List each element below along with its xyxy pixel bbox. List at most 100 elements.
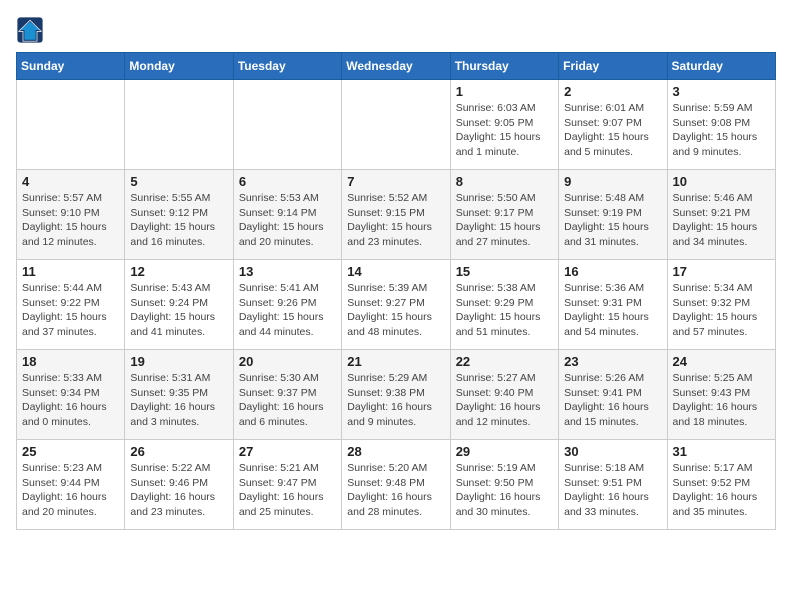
day-info: Sunrise: 5:43 AM Sunset: 9:24 PM Dayligh… xyxy=(130,281,227,340)
weekday-header-sunday: Sunday xyxy=(17,53,125,80)
calendar-cell: 23 Sunrise: 5:26 AM Sunset: 9:41 PM Dayli… xyxy=(559,350,667,440)
day-info: Sunrise: 5:59 AM Sunset: 9:08 PM Dayligh… xyxy=(673,101,770,160)
weekday-header-friday: Friday xyxy=(559,53,667,80)
calendar-cell: 13 Sunrise: 5:41 AM Sunset: 9:26 PM Dayli… xyxy=(233,260,341,350)
calendar-cell: 8Sunrise: 5:50 AM Sunset: 9:17 PM Daylig… xyxy=(450,170,558,260)
day-number: 31 xyxy=(673,444,770,459)
calendar-cell: 15Sunrise: 5:38 AM Sunset: 9:29 PM Dayli… xyxy=(450,260,558,350)
day-number: 7 xyxy=(347,174,444,189)
calendar-cell: 26Sunrise: 5:22 AM Sunset: 9:46 PM Dayli… xyxy=(125,440,233,530)
day-info: Sunrise: 5:41 AM Sunset: 9:26 PM Dayligh… xyxy=(239,281,336,340)
calendar-week-2: 4 Sunrise: 5:57 AM Sunset: 9:10 PM Daylig… xyxy=(17,170,776,260)
day-number: 27 xyxy=(239,444,336,459)
day-info: Sunrise: 5:30 AM Sunset: 9:37 PM Dayligh… xyxy=(239,371,336,430)
calendar-cell: 7 Sunrise: 5:52 AM Sunset: 9:15 PM Daylig… xyxy=(342,170,450,260)
weekday-row: SundayMondayTuesdayWednesdayThursdayFrid… xyxy=(17,53,776,80)
day-info: Sunrise: 5:46 AM Sunset: 9:21 PM Dayligh… xyxy=(673,191,770,250)
calendar-week-5: 25 Sunrise: 5:23 AM Sunset: 9:44 PM Dayli… xyxy=(17,440,776,530)
day-number: 5 xyxy=(130,174,227,189)
calendar-cell: 30 Sunrise: 5:18 AM Sunset: 9:51 PM Dayli… xyxy=(559,440,667,530)
day-number: 2 xyxy=(564,84,661,99)
calendar-cell: 4 Sunrise: 5:57 AM Sunset: 9:10 PM Daylig… xyxy=(17,170,125,260)
weekday-header-thursday: Thursday xyxy=(450,53,558,80)
calendar-cell: 27 Sunrise: 5:21 AM Sunset: 9:47 PM Dayli… xyxy=(233,440,341,530)
day-number: 4 xyxy=(22,174,119,189)
day-number: 25 xyxy=(22,444,119,459)
day-info: Sunrise: 5:53 AM Sunset: 9:14 PM Dayligh… xyxy=(239,191,336,250)
day-number: 11 xyxy=(22,264,119,279)
logo-icon xyxy=(16,16,44,44)
calendar-cell xyxy=(17,80,125,170)
day-number: 1 xyxy=(456,84,553,99)
day-info: Sunrise: 5:21 AM Sunset: 9:47 PM Dayligh… xyxy=(239,461,336,520)
calendar-cell: 17Sunrise: 5:34 AM Sunset: 9:32 PM Dayli… xyxy=(667,260,775,350)
calendar-cell: 31 Sunrise: 5:17 AM Sunset: 9:52 PM Dayli… xyxy=(667,440,775,530)
day-number: 30 xyxy=(564,444,661,459)
calendar-cell: 14Sunrise: 5:39 AM Sunset: 9:27 PM Dayli… xyxy=(342,260,450,350)
day-info: Sunrise: 6:01 AM Sunset: 9:07 PM Dayligh… xyxy=(564,101,661,160)
weekday-header-wednesday: Wednesday xyxy=(342,53,450,80)
day-number: 24 xyxy=(673,354,770,369)
day-number: 10 xyxy=(673,174,770,189)
day-info: Sunrise: 5:18 AM Sunset: 9:51 PM Dayligh… xyxy=(564,461,661,520)
calendar-cell: 11 Sunrise: 5:44 AM Sunset: 9:22 PM Dayli… xyxy=(17,260,125,350)
weekday-header-saturday: Saturday xyxy=(667,53,775,80)
day-info: Sunrise: 5:48 AM Sunset: 9:19 PM Dayligh… xyxy=(564,191,661,250)
day-info: Sunrise: 5:55 AM Sunset: 9:12 PM Dayligh… xyxy=(130,191,227,250)
day-info: Sunrise: 5:17 AM Sunset: 9:52 PM Dayligh… xyxy=(673,461,770,520)
day-info: Sunrise: 5:31 AM Sunset: 9:35 PM Dayligh… xyxy=(130,371,227,430)
calendar-cell: 3 Sunrise: 5:59 AM Sunset: 9:08 PM Daylig… xyxy=(667,80,775,170)
day-info: Sunrise: 5:20 AM Sunset: 9:48 PM Dayligh… xyxy=(347,461,444,520)
day-info: Sunrise: 5:22 AM Sunset: 9:46 PM Dayligh… xyxy=(130,461,227,520)
calendar-cell xyxy=(233,80,341,170)
calendar-cell: 21Sunrise: 5:29 AM Sunset: 9:38 PM Dayli… xyxy=(342,350,450,440)
day-info: Sunrise: 5:57 AM Sunset: 9:10 PM Dayligh… xyxy=(22,191,119,250)
day-info: Sunrise: 5:25 AM Sunset: 9:43 PM Dayligh… xyxy=(673,371,770,430)
day-info: Sunrise: 5:23 AM Sunset: 9:44 PM Dayligh… xyxy=(22,461,119,520)
day-number: 19 xyxy=(130,354,227,369)
calendar-cell: 25 Sunrise: 5:23 AM Sunset: 9:44 PM Dayli… xyxy=(17,440,125,530)
calendar-cell: 20 Sunrise: 5:30 AM Sunset: 9:37 PM Dayli… xyxy=(233,350,341,440)
day-number: 3 xyxy=(673,84,770,99)
calendar-cell: 16Sunrise: 5:36 AM Sunset: 9:31 PM Dayli… xyxy=(559,260,667,350)
day-number: 13 xyxy=(239,264,336,279)
calendar-cell: 5 Sunrise: 5:55 AM Sunset: 9:12 PM Daylig… xyxy=(125,170,233,260)
calendar-week-3: 11 Sunrise: 5:44 AM Sunset: 9:22 PM Dayli… xyxy=(17,260,776,350)
day-info: Sunrise: 5:27 AM Sunset: 9:40 PM Dayligh… xyxy=(456,371,553,430)
day-info: Sunrise: 5:39 AM Sunset: 9:27 PM Dayligh… xyxy=(347,281,444,340)
day-info: Sunrise: 5:34 AM Sunset: 9:32 PM Dayligh… xyxy=(673,281,770,340)
calendar-cell: 12 Sunrise: 5:43 AM Sunset: 9:24 PM Dayli… xyxy=(125,260,233,350)
day-info: Sunrise: 5:36 AM Sunset: 9:31 PM Dayligh… xyxy=(564,281,661,340)
calendar-week-4: 18 Sunrise: 5:33 AM Sunset: 9:34 PM Dayli… xyxy=(17,350,776,440)
calendar-week-1: 1 Sunrise: 6:03 AM Sunset: 9:05 PM Daylig… xyxy=(17,80,776,170)
page-header xyxy=(16,16,776,44)
day-number: 22 xyxy=(456,354,553,369)
day-info: Sunrise: 5:52 AM Sunset: 9:15 PM Dayligh… xyxy=(347,191,444,250)
day-info: Sunrise: 5:44 AM Sunset: 9:22 PM Dayligh… xyxy=(22,281,119,340)
calendar-cell: 28 Sunrise: 5:20 AM Sunset: 9:48 PM Dayli… xyxy=(342,440,450,530)
calendar-body: 1 Sunrise: 6:03 AM Sunset: 9:05 PM Daylig… xyxy=(17,80,776,530)
calendar-cell xyxy=(125,80,233,170)
day-number: 18 xyxy=(22,354,119,369)
day-info: Sunrise: 5:33 AM Sunset: 9:34 PM Dayligh… xyxy=(22,371,119,430)
calendar-cell: 22 Sunrise: 5:27 AM Sunset: 9:40 PM Dayli… xyxy=(450,350,558,440)
day-info: Sunrise: 5:19 AM Sunset: 9:50 PM Dayligh… xyxy=(456,461,553,520)
day-number: 28 xyxy=(347,444,444,459)
day-number: 12 xyxy=(130,264,227,279)
calendar-cell: 10 Sunrise: 5:46 AM Sunset: 9:21 PM Dayli… xyxy=(667,170,775,260)
calendar-table: SundayMondayTuesdayWednesdayThursdayFrid… xyxy=(16,52,776,530)
day-info: Sunrise: 5:26 AM Sunset: 9:41 PM Dayligh… xyxy=(564,371,661,430)
calendar-cell xyxy=(342,80,450,170)
calendar-cell: 29 Sunrise: 5:19 AM Sunset: 9:50 PM Dayli… xyxy=(450,440,558,530)
calendar-cell: 24 Sunrise: 5:25 AM Sunset: 9:43 PM Dayli… xyxy=(667,350,775,440)
day-number: 8 xyxy=(456,174,553,189)
day-number: 29 xyxy=(456,444,553,459)
calendar-header: SundayMondayTuesdayWednesdayThursdayFrid… xyxy=(17,53,776,80)
calendar-cell: 6Sunrise: 5:53 AM Sunset: 9:14 PM Daylig… xyxy=(233,170,341,260)
day-number: 9 xyxy=(564,174,661,189)
calendar-cell: 18 Sunrise: 5:33 AM Sunset: 9:34 PM Dayli… xyxy=(17,350,125,440)
day-number: 23 xyxy=(564,354,661,369)
day-info: Sunrise: 6:03 AM Sunset: 9:05 PM Dayligh… xyxy=(456,101,553,160)
day-number: 20 xyxy=(239,354,336,369)
day-info: Sunrise: 5:38 AM Sunset: 9:29 PM Dayligh… xyxy=(456,281,553,340)
